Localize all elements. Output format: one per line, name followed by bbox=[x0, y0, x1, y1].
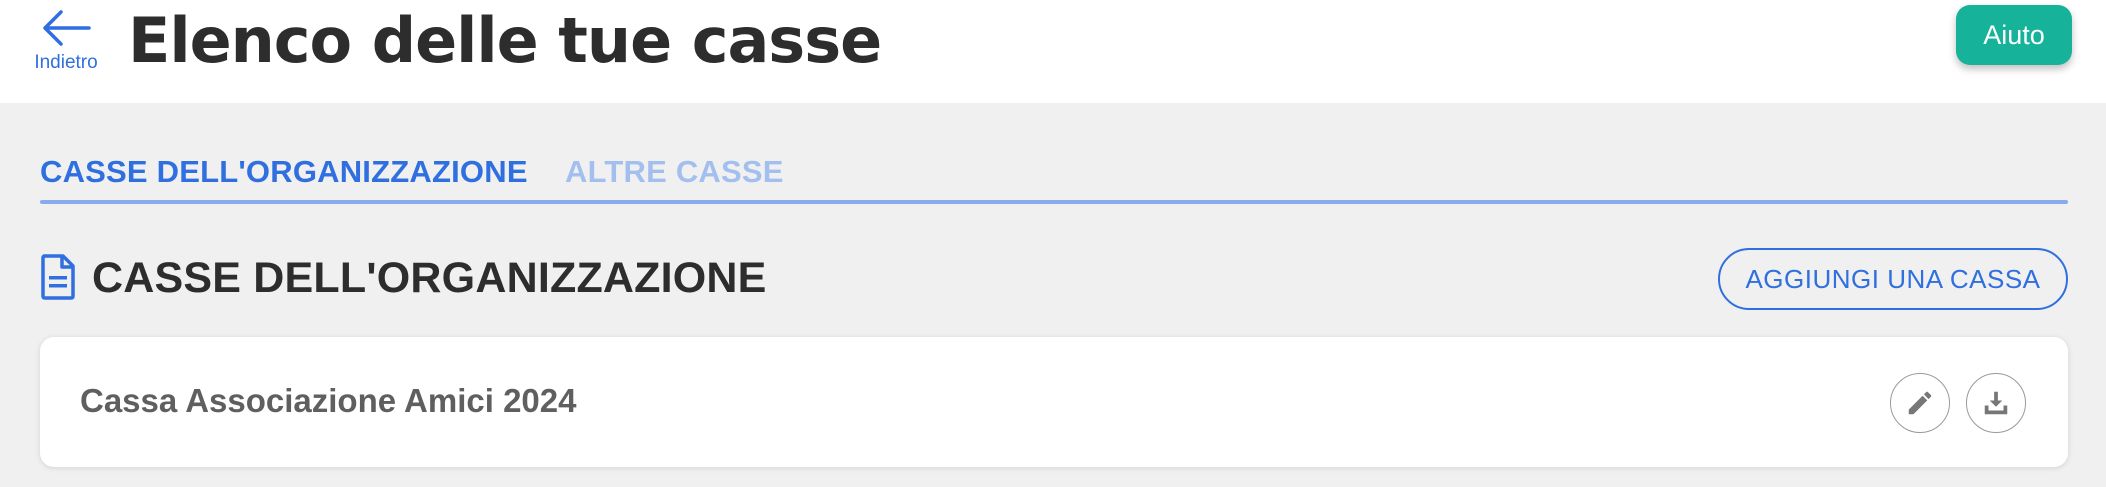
help-button[interactable]: Aiuto bbox=[1956, 5, 2072, 65]
tab-other-registers[interactable]: ALTRE CASSE bbox=[565, 154, 784, 190]
pencil-icon bbox=[1908, 391, 1932, 415]
arrow-left-icon bbox=[43, 10, 91, 46]
list-item: Cassa Associazione Amici 2024 bbox=[40, 337, 2068, 467]
document-icon bbox=[41, 254, 75, 300]
download-icon bbox=[1984, 391, 2008, 415]
top-bar: Indietro Elenco delle tue casse Aiuto bbox=[0, 0, 2106, 103]
section-title: CASSE DELL'ORGANIZZAZIONE bbox=[92, 254, 767, 302]
edit-button[interactable] bbox=[1890, 373, 1950, 433]
register-name: Cassa Associazione Amici 2024 bbox=[80, 382, 577, 419]
tab-bar: CASSE DELL'ORGANIZZAZIONE ALTRE CASSE bbox=[40, 150, 2068, 206]
back-label: Indietro bbox=[34, 52, 98, 73]
download-button[interactable] bbox=[1966, 373, 2026, 433]
tab-underline bbox=[40, 200, 2068, 204]
back-button[interactable]: Indietro bbox=[28, 6, 104, 74]
tab-organization-registers[interactable]: CASSE DELL'ORGANIZZAZIONE bbox=[40, 154, 528, 190]
section-header: CASSE DELL'ORGANIZZAZIONE AGGIUNGI UNA C… bbox=[40, 248, 2068, 310]
add-register-button[interactable]: AGGIUNGI UNA CASSA bbox=[1718, 248, 2068, 310]
page-title: Elenco delle tue casse bbox=[128, 4, 882, 77]
